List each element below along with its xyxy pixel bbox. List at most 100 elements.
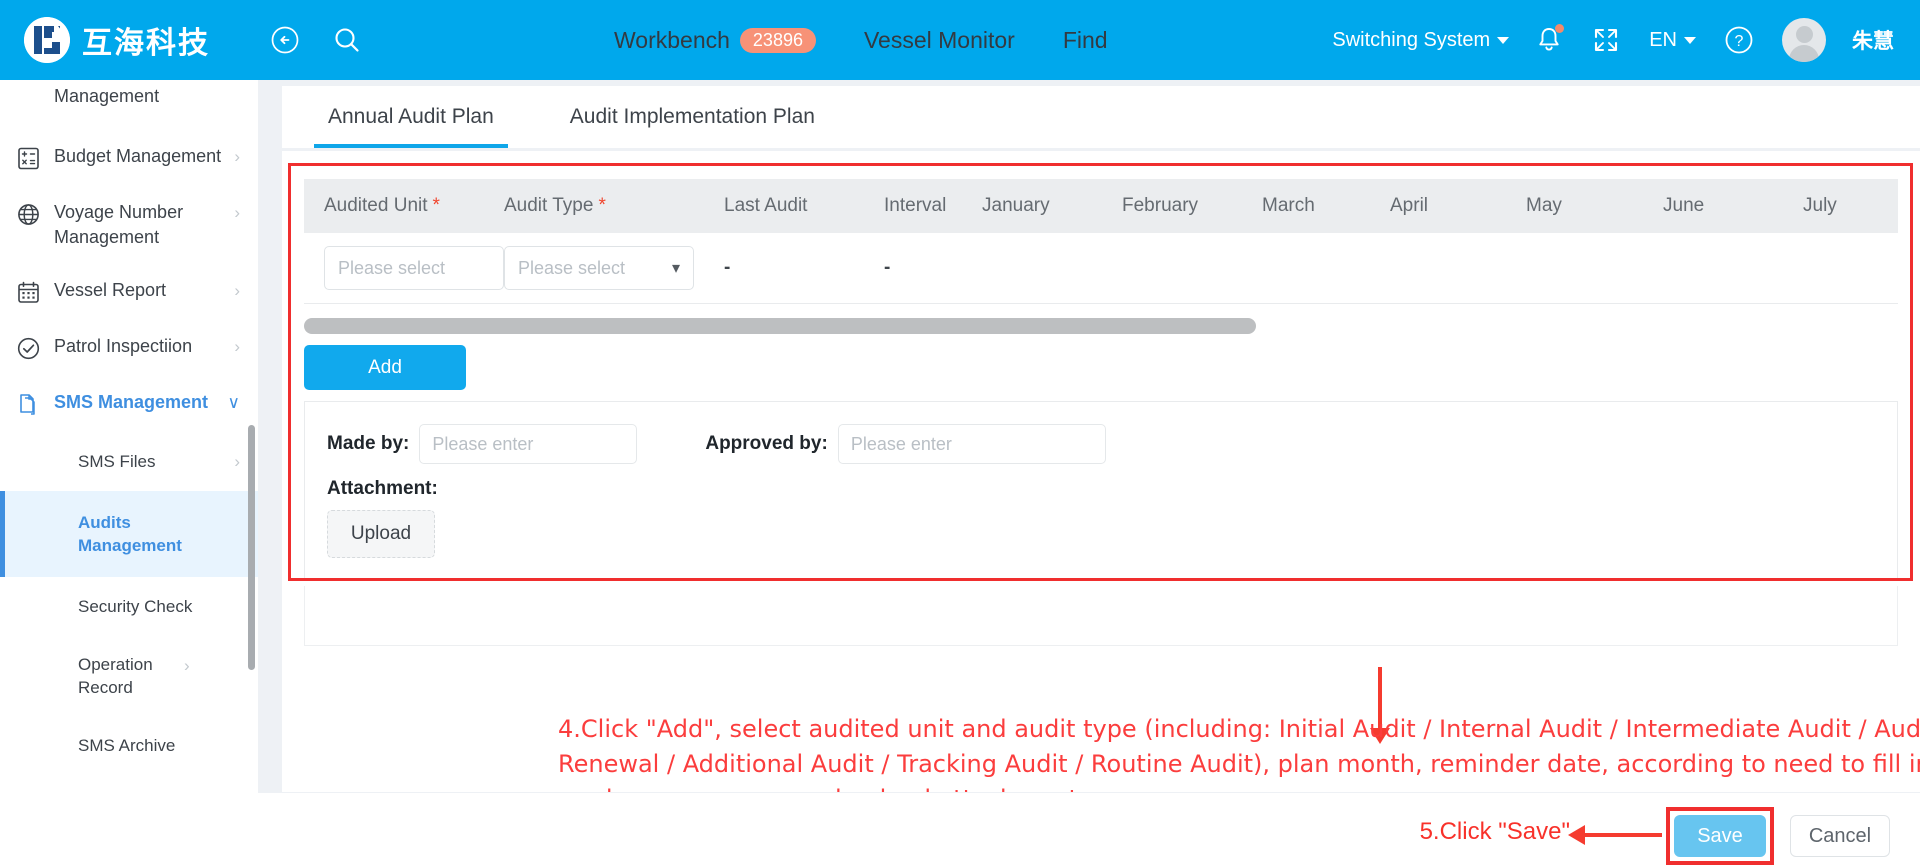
nav-item-workbench[interactable]: Workbench 23896	[614, 27, 816, 54]
globe-icon	[14, 200, 42, 228]
documents-icon	[14, 390, 42, 418]
header-right-cluster: Switching System EN ? 朱慧	[1332, 18, 1894, 62]
approved-by-placeholder: Please enter	[850, 433, 952, 454]
nav-item-find[interactable]: Find	[1063, 27, 1108, 54]
made-by-input[interactable]: Please enter	[419, 424, 638, 464]
col-header-january: January	[982, 195, 1050, 216]
sidebar-item-security-check[interactable]: Security Check	[0, 577, 258, 636]
fullscreen-icon[interactable]	[1589, 23, 1623, 57]
workbench-count-badge: 23896	[739, 27, 816, 53]
save-button[interactable]: Save	[1674, 815, 1766, 857]
col-label: Audited Unit	[324, 195, 428, 216]
chevron-right-icon: ›	[234, 281, 240, 300]
language-label: EN	[1649, 28, 1677, 51]
chevron-down-icon: ∨	[227, 393, 240, 412]
search-icon[interactable]	[330, 23, 364, 57]
switching-system-label: Switching System	[1332, 28, 1491, 51]
sidebar-item-sms-files[interactable]: SMS Files ›	[0, 432, 258, 491]
chevron-right-icon: ›	[234, 337, 240, 356]
back-arrow-icon[interactable]	[268, 23, 302, 57]
sidebar-item-operation-record[interactable]: Operation Record ›	[0, 636, 258, 716]
sidebar-item-budget-management[interactable]: Budget Management ›	[0, 130, 258, 186]
logo-area[interactable]: 互海科技	[24, 17, 210, 63]
chevron-down-icon: ▾	[671, 260, 680, 277]
sidebar-item-audits-management[interactable]: Audits Management	[0, 491, 258, 577]
horizontal-scrollbar-track[interactable]	[304, 318, 1898, 334]
col-label: Audit Type	[504, 195, 594, 216]
tab-bar: Annual Audit Plan Audit Implementation P…	[282, 86, 1920, 148]
audit-type-select[interactable]: Please select ▾	[504, 246, 694, 290]
col-header-interval: Interval	[884, 195, 947, 216]
user-name[interactable]: 朱慧	[1852, 25, 1894, 55]
footer-action-bar: 5.Click "Save" Save Cancel	[258, 792, 1920, 867]
app-header: 互海科技 Workbench 23896 Vessel Monitor Find…	[0, 0, 1920, 80]
sidebar-item-voyage-number-management[interactable]: Voyage Number Management ›	[0, 186, 258, 264]
brand-name: 互海科技	[82, 26, 210, 61]
add-button[interactable]: Add	[304, 345, 466, 390]
sidebar-item-patrol-inspection[interactable]: Patrol Inspectiion ›	[0, 320, 258, 376]
sidebar-item-label: Vessel Report	[54, 280, 167, 300]
chevron-right-icon: ›	[234, 147, 240, 166]
nav-label-vessel-monitor: Vessel Monitor	[863, 26, 1015, 53]
table-header-row: Audited Unit * Audit Type * Last Audit Int…	[304, 179, 1898, 233]
horizontal-scrollbar-thumb[interactable]	[304, 318, 1256, 334]
col-header-july: July	[1803, 195, 1837, 216]
chevron-right-icon: ›	[234, 203, 240, 222]
meta-info-box: Made by: Please enter Approved by: Pleas…	[304, 401, 1898, 581]
sidebar-item-label: Operation Record	[78, 655, 153, 697]
svg-text:?: ?	[1735, 33, 1744, 50]
cancel-button[interactable]: Cancel	[1790, 815, 1890, 857]
required-asterisk-icon: *	[432, 195, 440, 216]
nav-label-find: Find	[1062, 26, 1108, 53]
sidebar-scrollbar[interactable]	[248, 425, 255, 670]
sidebar-item-label: Voyage Number Management	[54, 202, 184, 247]
made-by-label: Made by:	[327, 433, 410, 454]
required-asterisk-icon: *	[598, 195, 606, 216]
col-header-audited-unit: Audited Unit *	[304, 195, 504, 217]
cell-interval: -	[884, 257, 891, 278]
col-header-june: June	[1663, 195, 1705, 216]
sidebar-item-label: Management	[54, 86, 160, 106]
sidebar: Management Budget Management › Voyage Nu…	[0, 80, 258, 867]
approved-by-input[interactable]: Please enter	[837, 424, 1106, 464]
chevron-down-icon	[1684, 36, 1696, 44]
help-icon[interactable]: ?	[1722, 23, 1756, 57]
sidebar-item-sms-archive[interactable]: SMS Archive	[0, 716, 258, 775]
col-header-february: February	[1122, 195, 1199, 216]
attachment-label: Attachment:	[327, 478, 438, 499]
main-content: Annual Audit Plan Audit Implementation P…	[258, 80, 1920, 867]
nav-item-vessel-monitor[interactable]: Vessel Monitor	[864, 27, 1015, 54]
col-header-may: May	[1526, 195, 1562, 216]
upload-button[interactable]: Upload	[327, 510, 435, 558]
chevron-right-icon: ›	[184, 656, 190, 675]
sidebar-item-management-continuation[interactable]: Management	[0, 80, 258, 130]
company-logo-icon	[24, 17, 70, 63]
audit-type-placeholder: Please select	[518, 257, 626, 278]
annotation-step-5: 5.Click "Save"	[1419, 818, 1570, 845]
audited-unit-select[interactable]: Please select	[324, 246, 504, 290]
tab-audit-implementation-plan[interactable]: Audit Implementation Plan	[556, 86, 829, 148]
sidebar-item-label: SMS Archive	[78, 736, 176, 755]
audited-unit-placeholder: Please select	[338, 257, 446, 278]
avatar[interactable]	[1782, 18, 1826, 62]
table-row: Please select Please select ▾ - -	[304, 233, 1898, 304]
col-header-april: April	[1390, 195, 1429, 216]
col-header-audit-type: Audit Type *	[504, 195, 724, 217]
main-nav: Workbench 23896 Vessel Monitor Find	[614, 27, 1108, 54]
calculator-icon	[14, 144, 42, 172]
made-by-placeholder: Please enter	[432, 433, 534, 454]
chevron-down-icon	[1497, 36, 1510, 44]
cell-last-audit: -	[724, 257, 731, 278]
sidebar-item-label: SMS Files	[78, 452, 156, 471]
sidebar-item-vessel-report[interactable]: Vessel Report ›	[0, 264, 258, 320]
col-header-march: March	[1262, 195, 1315, 216]
sidebar-item-label: Audits Management	[78, 513, 182, 555]
sidebar-item-sms-management[interactable]: SMS Management ∨	[0, 376, 258, 432]
sidebar-item-label: SMS Management	[54, 392, 209, 412]
notifications-bell-icon[interactable]	[1535, 24, 1565, 55]
tab-label: Annual Audit Plan	[328, 105, 494, 128]
language-selector[interactable]: EN	[1649, 29, 1696, 52]
switching-system-dropdown[interactable]: Switching System	[1332, 28, 1510, 52]
empty-panel-strip	[304, 586, 1898, 646]
tab-annual-audit-plan[interactable]: Annual Audit Plan	[314, 86, 508, 148]
